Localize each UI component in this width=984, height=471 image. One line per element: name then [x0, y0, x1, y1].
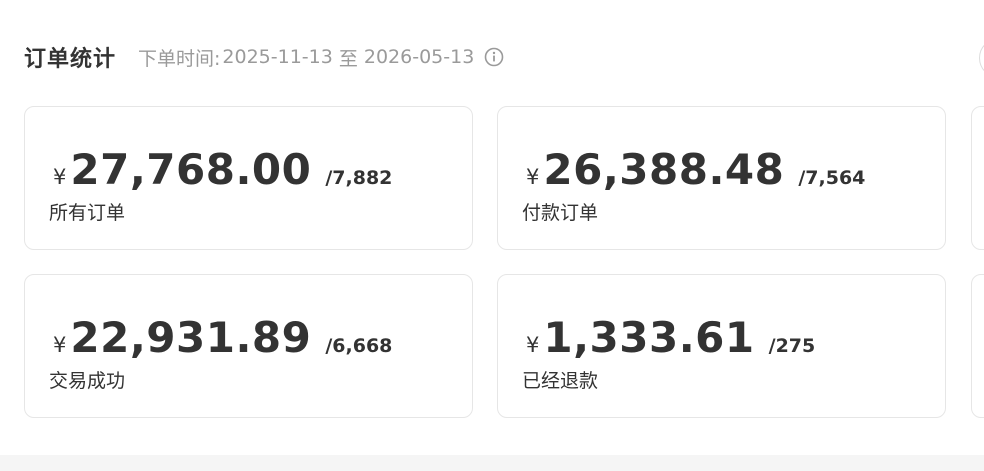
stat-count: /7,882: [325, 167, 393, 189]
stat-amount: 27,768.00: [70, 145, 312, 194]
stat-amount: 22,931.89: [70, 313, 312, 362]
stat-card-successful-trades[interactable]: ¥ 22,931.89 /6,668 交易成功: [24, 274, 473, 418]
stat-card-refunded[interactable]: ¥ 1,333.61 /275 已经退款: [497, 274, 946, 418]
stats-header: 订单统计 下单时间: 2025-11-13 至 2026-05-13: [24, 40, 504, 74]
stat-label: 付款订单: [522, 202, 599, 224]
stat-amount: 26,388.48: [543, 145, 785, 194]
stat-amount: 1,333.61: [543, 313, 755, 362]
info-circle-icon[interactable]: [484, 47, 504, 67]
stat-card-partial[interactable]: [971, 106, 984, 250]
stat-label: 所有订单: [49, 202, 126, 224]
date-range-start: 2025-11-13: [222, 46, 333, 68]
stat-card-all-orders[interactable]: ¥ 27,768.00 /7,882 所有订单: [24, 106, 473, 250]
currency-symbol: ¥: [526, 165, 540, 189]
date-range-end: 2026-05-13: [363, 46, 475, 68]
stat-count: /7,564: [798, 167, 866, 189]
stat-amount-line: ¥ 22,931.89 /6,668: [53, 313, 392, 362]
stat-amount-line: ¥ 1,333.61 /275: [526, 313, 815, 362]
stat-amount-line: ¥ 27,768.00 /7,882: [53, 145, 392, 194]
date-range-label: 下单时间:: [138, 47, 221, 70]
stat-card-paid-orders[interactable]: ¥ 26,388.48 /7,564 付款订单: [497, 106, 946, 250]
date-range-separator: 至: [338, 47, 358, 70]
header-action-button[interactable]: [979, 38, 984, 78]
order-statistics-page: 订单统计 下单时间: 2025-11-13 至 2026-05-13 ¥ 27,…: [0, 0, 984, 471]
stat-label: 已经退款: [522, 370, 599, 392]
footer-band: [0, 455, 984, 471]
currency-symbol: ¥: [53, 165, 67, 189]
currency-symbol: ¥: [53, 333, 67, 357]
stat-count: /6,668: [325, 335, 393, 357]
stat-label: 交易成功: [49, 370, 126, 392]
order-date-range: 下单时间: 2025-11-13 至 2026-05-13: [138, 44, 504, 71]
stat-count: /275: [768, 335, 816, 357]
currency-symbol: ¥: [526, 333, 540, 357]
page-title: 订单统计: [24, 47, 117, 72]
stat-card-partial[interactable]: [971, 274, 984, 418]
stat-amount-line: ¥ 26,388.48 /7,564: [526, 145, 865, 194]
